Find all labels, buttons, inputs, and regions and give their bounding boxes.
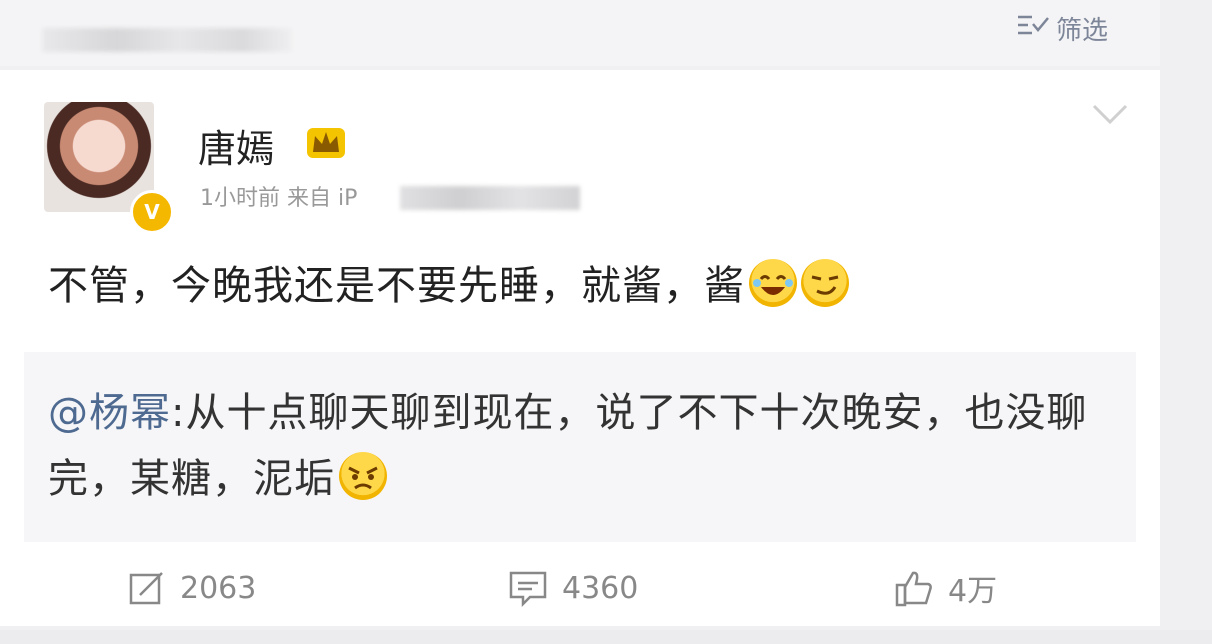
chevron-down-icon[interactable] <box>1090 100 1130 128</box>
verified-badge-icon: V <box>130 190 174 234</box>
angry-emoji-icon <box>339 452 387 500</box>
like-count: 4万 <box>948 574 998 609</box>
comment-icon <box>509 571 547 607</box>
mention-link[interactable]: @杨幂 <box>48 390 171 436</box>
filter-button[interactable]: 筛选 <box>1016 10 1108 46</box>
share-icon <box>129 572 163 605</box>
post-text: 不管，今晚我还是不要先睡，就酱，酱 <box>48 258 1048 314</box>
blurred-meta-text <box>400 186 580 210</box>
repost-body: :从十点聊天聊到现在，说了不下十次晚安，也没聊完，某糖，泥垢 <box>48 390 1088 502</box>
share-button[interactable]: 2063 <box>128 568 256 608</box>
share-count: 2063 <box>180 570 257 606</box>
laughing-tears-emoji-icon <box>749 259 797 307</box>
bottom-divider <box>0 630 1212 644</box>
filter-label: 筛选 <box>1056 15 1109 46</box>
repost-text: @杨幂:从十点聊天聊到现在，说了不下十次晚安，也没聊完，某糖，泥垢 <box>48 380 1088 512</box>
comment-count: 4360 <box>562 570 639 606</box>
thumbs-up-icon <box>895 571 932 607</box>
post-body: 不管，今晚我还是不要先睡，就酱，酱 <box>48 263 745 309</box>
post-meta: 1小时前 来自 iP <box>200 186 358 211</box>
comment-button[interactable]: 4360 <box>508 568 638 608</box>
like-button[interactable]: 4万 <box>894 568 998 609</box>
filter-icon <box>1016 12 1050 45</box>
crown-icon <box>307 128 345 158</box>
blurred-header-text <box>42 28 292 52</box>
smirk-emoji-icon <box>801 259 849 307</box>
username[interactable]: 唐嫣 <box>198 118 274 173</box>
